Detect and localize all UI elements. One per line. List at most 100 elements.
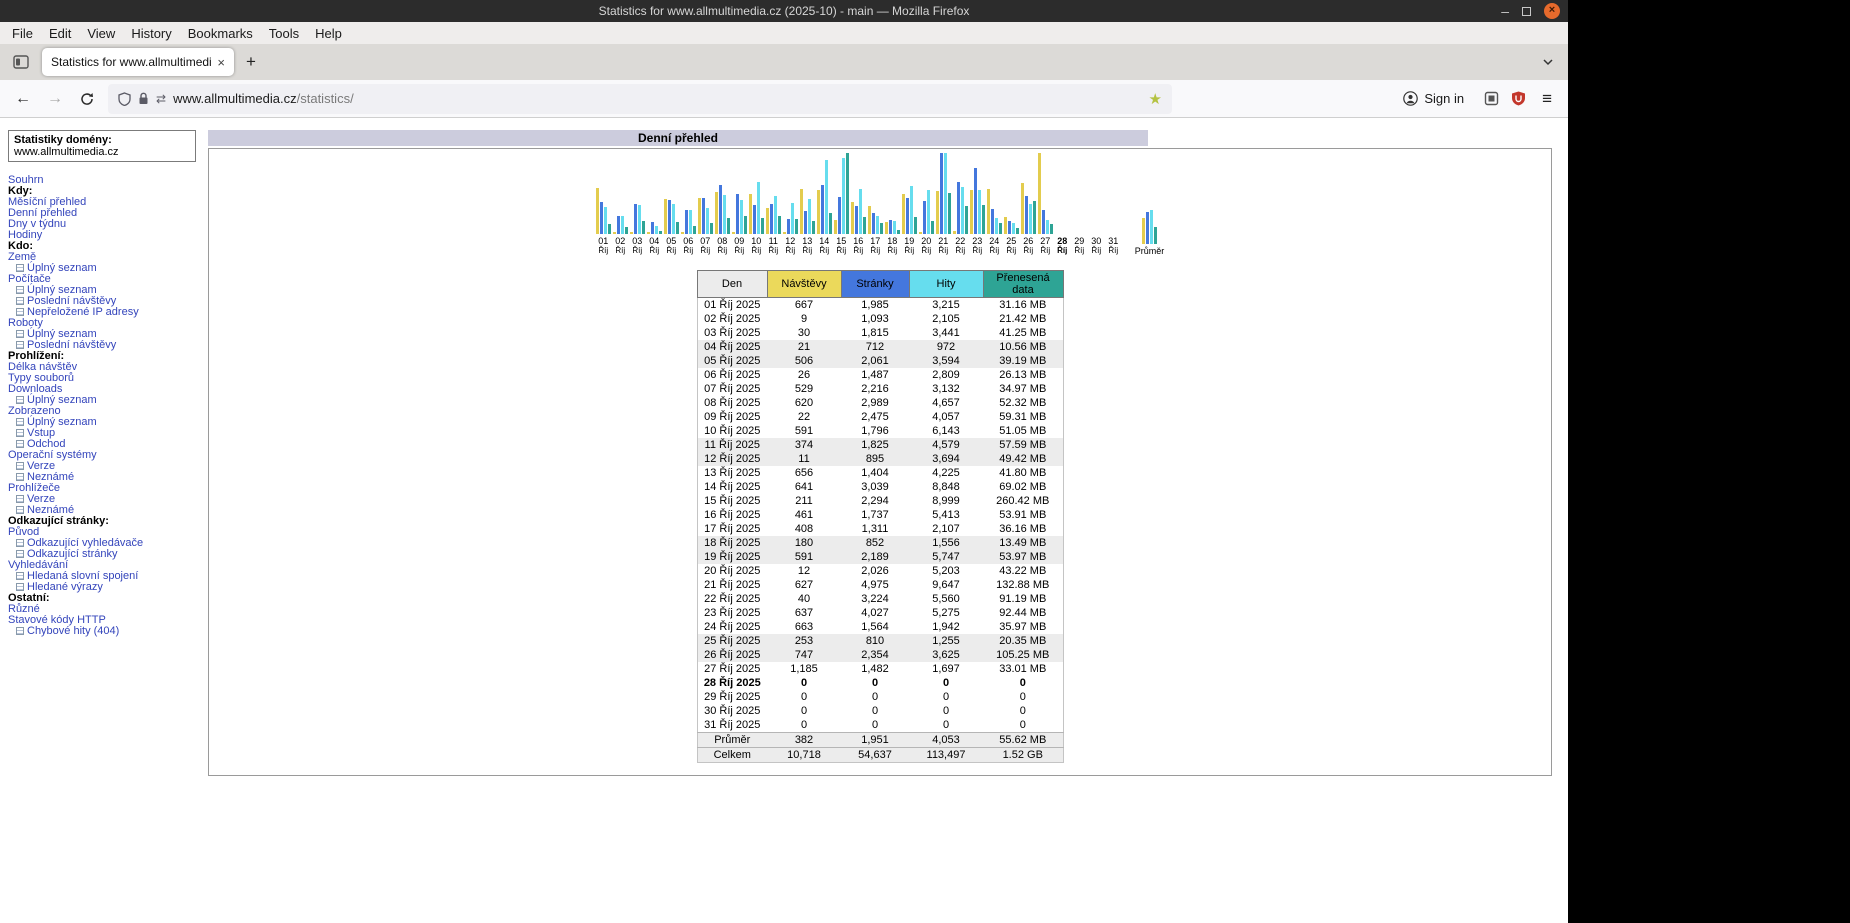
table-cell: 105.25 MB	[983, 648, 1063, 662]
menu-tools[interactable]: Tools	[261, 24, 307, 43]
reload-icon[interactable]	[72, 92, 102, 106]
lock-icon[interactable]	[138, 92, 149, 105]
table-cell: 21	[767, 340, 841, 354]
bar-p-enesen-data-mb	[642, 221, 645, 234]
table-cell: 382	[767, 733, 841, 748]
menu-file[interactable]: File	[4, 24, 41, 43]
shield-icon[interactable]	[118, 92, 131, 106]
menu-bookmarks[interactable]: Bookmarks	[180, 24, 261, 43]
table-cell: 0	[983, 690, 1063, 704]
table-cell: 20 Říj 2025	[697, 564, 767, 578]
table-cell: 07 Říj 2025	[697, 382, 767, 396]
table-cell: 408	[767, 522, 841, 536]
list-icon	[16, 286, 24, 294]
menu-view[interactable]: View	[79, 24, 123, 43]
table-row-06-j-2025: 06 Říj 2025261,4872,80926.13 MB	[697, 368, 1063, 382]
connection-icon[interactable]: ⇄	[156, 92, 166, 106]
table-cell: 1,815	[841, 326, 909, 340]
table-cell: 4,053	[909, 733, 983, 748]
sidebar-item-chybov-hity-404[interactable]: Chybové hity (404)	[8, 626, 208, 637]
url-text: www.allmultimedia.cz/statistics/	[173, 91, 1141, 106]
bar-hity	[757, 182, 760, 234]
table-cell: 39.19 MB	[983, 354, 1063, 368]
table-cell: 14 Říj 2025	[697, 480, 767, 494]
table-row-03-j-2025: 03 Říj 2025301,8153,44141.25 MB	[697, 326, 1063, 340]
menu-help[interactable]: Help	[307, 24, 350, 43]
table-cell: 2,105	[909, 312, 983, 326]
menu-history[interactable]: History	[123, 24, 179, 43]
table-cell: 506	[767, 354, 841, 368]
sidebar-item-hodiny[interactable]: Hodiny	[8, 230, 208, 241]
bookmark-star-icon[interactable]: ★	[1149, 90, 1162, 108]
list-icon	[16, 418, 24, 426]
hamburger-menu-icon[interactable]: ≡	[1538, 89, 1556, 109]
menu-edit[interactable]: Edit	[41, 24, 79, 43]
table-row-27-j-2025: 27 Říj 20251,1851,4821,69733.01 MB	[697, 662, 1063, 676]
bar-p-enesen-data-mb	[863, 217, 866, 234]
table-cell: 211	[767, 494, 841, 508]
forward-icon[interactable]: →	[40, 90, 70, 108]
table-cell: 1,185	[767, 662, 841, 676]
bar-hity	[893, 221, 896, 234]
bar-str-nky	[668, 200, 671, 234]
x-axis-label: 26Říj	[1023, 236, 1033, 256]
table-cell: 2,809	[909, 368, 983, 382]
bar-hity	[910, 186, 913, 234]
bar-hity	[723, 195, 726, 234]
chart-group-day-02: 02Říj	[613, 153, 628, 256]
table-cell: 637	[767, 606, 841, 620]
chart-group-day-18: 18Říj	[885, 153, 900, 256]
x-axis-label: 30Říj	[1091, 236, 1101, 256]
table-row-05-j-2025: 05 Říj 20255062,0613,59439.19 MB	[697, 354, 1063, 368]
table-cell: 51.05 MB	[983, 424, 1063, 438]
table-cell: 0	[767, 676, 841, 690]
close-icon[interactable]: ×	[1544, 3, 1560, 19]
signin-button[interactable]: Sign in	[1395, 87, 1472, 110]
domain-box: Statistiky domény: www.allmultimedia.cz	[8, 130, 196, 162]
firefox-view-icon[interactable]	[8, 49, 34, 75]
table-cell: 852	[841, 536, 909, 550]
x-axis-label: 05Říj	[666, 236, 676, 256]
bar-n-v-t-vy	[868, 206, 871, 234]
table-row-pr-m-r: Průměr3821,9514,05355.62 MB	[697, 733, 1063, 748]
x-axis-label: 29Říj	[1074, 236, 1084, 256]
bar-str-nky	[753, 205, 756, 234]
chart-group-day-25: 25Říj	[1004, 153, 1019, 256]
bar-p-enesen-data-mb	[1154, 227, 1157, 244]
bar-hity	[927, 190, 930, 234]
table-row-23-j-2025: 23 Říj 20256374,0275,27592.44 MB	[697, 606, 1063, 620]
page-title: Denní přehled	[208, 130, 1148, 146]
bar-hity	[655, 226, 658, 234]
bar-str-nky	[787, 219, 790, 234]
tab-statistics[interactable]: Statistics for www.allmultimedi ×	[42, 48, 234, 76]
table-cell: 132.88 MB	[983, 578, 1063, 592]
new-tab-button[interactable]: +	[234, 52, 268, 72]
bar-str-nky	[804, 211, 807, 234]
ublock-icon[interactable]	[1511, 91, 1526, 106]
table-cell: 35.97 MB	[983, 620, 1063, 634]
minimize-icon[interactable]: –	[1501, 7, 1509, 15]
restore-icon[interactable]	[1522, 7, 1531, 16]
table-cell: 17 Říj 2025	[697, 522, 767, 536]
x-axis-label: 27Říj	[1040, 236, 1050, 256]
table-cell: 2,026	[841, 564, 909, 578]
bar-str-nky	[600, 202, 603, 234]
bar-str-nky	[1008, 221, 1011, 234]
table-cell: 03 Říj 2025	[697, 326, 767, 340]
bar-n-v-t-vy	[953, 231, 956, 234]
table-cell: 2,189	[841, 550, 909, 564]
sidebar-item-souhrn[interactable]: Souhrn	[8, 175, 208, 186]
bar-str-nky	[991, 209, 994, 234]
table-row-31-j-2025: 31 Říj 20250000	[697, 718, 1063, 733]
extensions-icon[interactable]	[1484, 91, 1499, 106]
window-titlebar: Statistics for www.allmultimedia.cz (202…	[0, 0, 1568, 22]
tab-list-chevron-icon[interactable]	[1542, 58, 1560, 66]
list-icon	[16, 583, 24, 591]
url-bar[interactable]: ⇄ www.allmultimedia.cz/statistics/ ★	[108, 84, 1172, 114]
tab-close-icon[interactable]: ×	[211, 55, 225, 70]
bar-str-nky	[685, 210, 688, 234]
back-icon[interactable]: ←	[8, 90, 38, 108]
list-icon	[16, 440, 24, 448]
table-cell: 1.52 GB	[983, 748, 1063, 763]
table-cell: 4,057	[909, 410, 983, 424]
